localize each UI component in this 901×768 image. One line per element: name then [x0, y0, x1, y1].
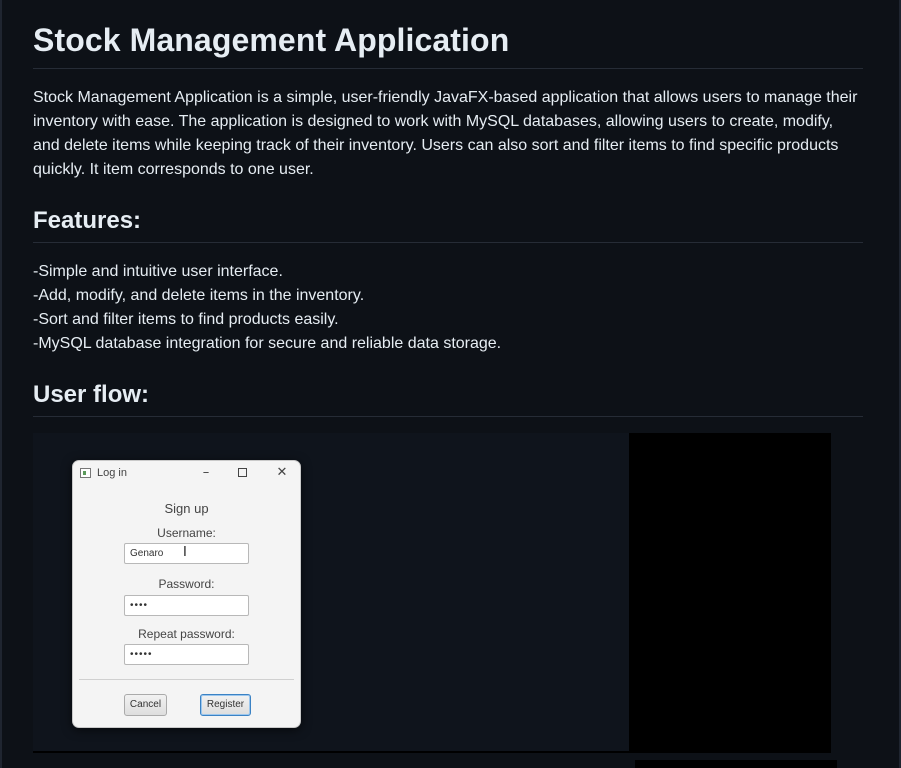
features-list: -Simple and intuitive user interface. -A…	[33, 260, 863, 356]
title-divider	[33, 68, 863, 69]
dialog-divider	[79, 679, 294, 680]
intro-paragraph: Stock Management Application is a simple…	[33, 89, 858, 178]
username-label: Username:	[157, 526, 216, 540]
list-item: -Add, modify, and delete items in the in…	[33, 287, 365, 304]
page-title: Stock Management Application	[33, 22, 510, 58]
video-bottom-right-edge	[635, 760, 837, 768]
maximize-icon[interactable]	[231, 464, 253, 482]
userflow-divider	[33, 416, 863, 417]
userflow-video-black-area	[629, 433, 831, 751]
app-icon	[80, 468, 91, 478]
features-divider	[33, 242, 863, 243]
password-input[interactable]: ••••	[124, 595, 249, 616]
userflow-heading: User flow:	[33, 381, 150, 408]
close-icon[interactable]: ✕	[271, 464, 293, 482]
register-button[interactable]: Register	[200, 694, 251, 716]
list-item: -MySQL database integration for secure a…	[33, 335, 502, 352]
list-item: -Sort and filter items to find products …	[33, 311, 339, 328]
password-label: Password:	[158, 577, 215, 591]
features-heading: Features:	[33, 207, 142, 234]
signup-heading: Sign up	[164, 501, 209, 516]
list-item: -Simple and intuitive user interface.	[33, 263, 283, 280]
cancel-button[interactable]: Cancel	[124, 694, 167, 716]
text-cursor-icon: I	[183, 545, 187, 560]
dialog-titlebar[interactable]: Log in – ✕	[73, 461, 300, 487]
repeat-password-input[interactable]: •••••	[124, 644, 249, 665]
repeat-password-label: Repeat password:	[138, 627, 235, 641]
dialog-title: Log in	[97, 467, 127, 479]
login-dialog: Log in – ✕ Sign up Username: Genaro I Pa…	[72, 460, 301, 728]
page-edge-left	[0, 0, 2, 768]
video-bottom-edge	[33, 751, 831, 753]
minimize-icon[interactable]: –	[195, 464, 217, 482]
